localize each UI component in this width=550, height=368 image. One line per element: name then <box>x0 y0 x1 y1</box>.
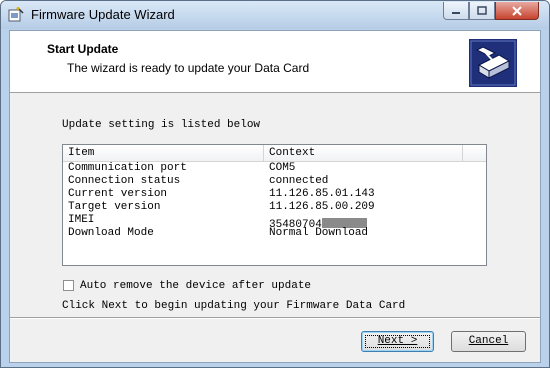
page-title: Start Update <box>47 42 119 56</box>
wizard-body: Start Update The wizard is ready to upda… <box>9 30 541 363</box>
item-name: Target version <box>68 201 161 213</box>
list-item[interactable]: Communication port COM5 <box>63 162 486 175</box>
page-subtitle: The wizard is ready to update your Data … <box>67 61 310 75</box>
wizard-window: Firmware Update Wizard Start Update The … <box>0 0 550 368</box>
minimize-icon <box>452 11 460 14</box>
window-title: Firmware Update Wizard <box>31 7 175 22</box>
list-item[interactable]: Current version 11.126.85.01.143 <box>63 188 486 201</box>
item-value: Normal Download <box>269 227 369 239</box>
next-button[interactable]: Next > <box>361 331 434 352</box>
wizard-icon <box>8 7 24 22</box>
list-item[interactable]: Download Mode Normal Download <box>63 227 486 240</box>
column-context[interactable]: Context <box>269 147 315 159</box>
item-value: connected <box>269 175 329 187</box>
divider <box>10 317 540 319</box>
device-update-icon <box>469 39 517 87</box>
item-name: Current version <box>68 188 168 200</box>
maximize-button[interactable] <box>469 2 495 20</box>
list-item[interactable]: IMEI 35480704 <box>63 214 486 231</box>
intro-text: Update setting is listed below <box>62 119 261 131</box>
focus-rectangle <box>365 335 430 348</box>
item-name: IMEI <box>68 214 95 226</box>
item-value: COM5 <box>269 162 296 174</box>
item-name: Download Mode <box>68 227 154 239</box>
list-item[interactable]: Target version 11.126.85.00.209 <box>63 201 486 214</box>
column-divider[interactable] <box>263 145 264 161</box>
wizard-header: Start Update The wizard is ready to upda… <box>10 31 540 93</box>
close-icon <box>512 5 522 16</box>
cancel-button[interactable]: Cancel <box>451 331 526 352</box>
cancel-button-label: Cancel <box>468 335 509 347</box>
maximize-icon <box>477 6 487 15</box>
title-bar[interactable]: Firmware Update Wizard <box>1 1 549 29</box>
minimize-button[interactable] <box>443 2 469 20</box>
auto-remove-checkbox[interactable] <box>63 280 74 291</box>
item-name: Communication port <box>68 162 187 174</box>
item-value: 11.126.85.00.209 <box>269 201 375 213</box>
auto-remove-label[interactable]: Auto remove the device after update <box>80 280 311 292</box>
list-item[interactable]: Connection status connected <box>63 175 486 188</box>
column-item[interactable]: Item <box>68 147 94 159</box>
close-button[interactable] <box>495 2 539 20</box>
item-value: 11.126.85.01.143 <box>269 188 375 200</box>
instruction-text: Click Next to begin updating your Firmwa… <box>62 300 406 312</box>
item-name: Connection status <box>68 175 181 187</box>
settings-list[interactable]: Item Context Communication port COM5 Con… <box>62 144 487 266</box>
list-header: Item Context <box>63 145 486 162</box>
column-divider[interactable] <box>462 145 463 161</box>
